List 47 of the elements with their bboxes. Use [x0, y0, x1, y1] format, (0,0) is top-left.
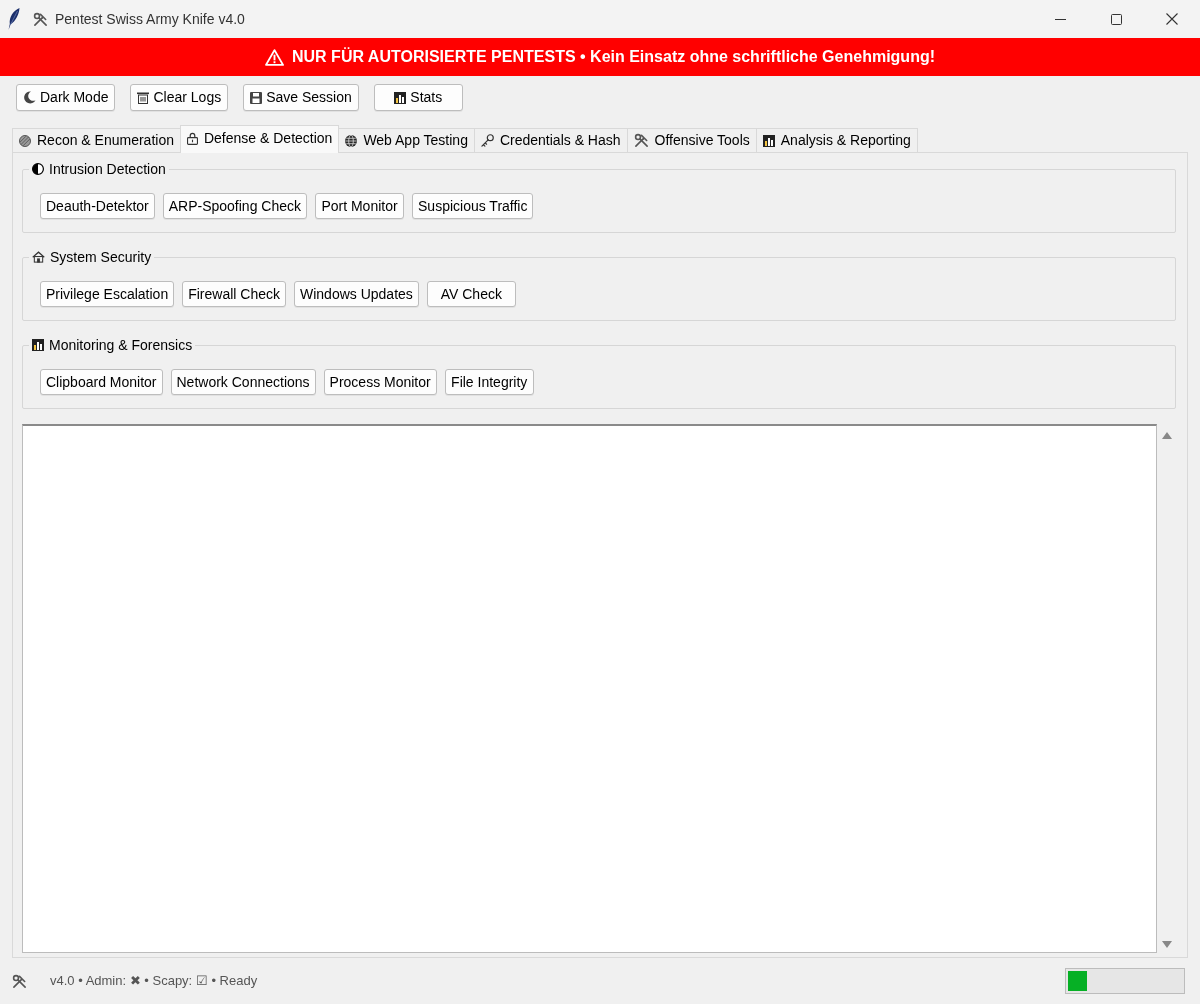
scroll-down-icon[interactable] [1161, 941, 1172, 948]
action-button[interactable]: Windows Updates [294, 281, 419, 307]
action-button[interactable]: Deauth-Detektor [40, 193, 155, 219]
action-button[interactable]: Port Monitor [315, 193, 404, 219]
tab[interactable]: Recon & Enumeration [12, 128, 181, 152]
tools-icon [33, 11, 48, 27]
section-title: System Security [50, 248, 152, 266]
feather-icon [8, 8, 20, 30]
stats-button[interactable]: Stats [373, 84, 463, 111]
action-button[interactable]: Clipboard Monitor [40, 369, 163, 395]
key-icon [480, 134, 494, 147]
house-icon [32, 251, 45, 263]
action-button[interactable]: AV Check [426, 281, 516, 307]
bar-chart-icon [32, 339, 44, 351]
section-title: Intrusion Detection [49, 160, 166, 178]
globe-icon [345, 134, 358, 147]
moon-icon [23, 91, 36, 104]
window-title: Pentest Swiss Army Knife v4.0 [55, 9, 245, 29]
action-button[interactable]: Privilege Escalation [40, 281, 175, 307]
action-button[interactable]: Firewall Check [182, 281, 286, 307]
hatched-circle-icon [19, 134, 31, 147]
floppy-icon [250, 91, 263, 104]
status-text: v4.0 • Admin: ✖ • Scapy: ☑ • Ready [50, 972, 258, 991]
close-icon [1166, 13, 1178, 25]
tools-icon [12, 973, 27, 989]
lock-icon [186, 131, 198, 145]
bar-chart-icon [394, 91, 407, 104]
maximize-icon [1110, 13, 1122, 25]
half-circle-icon [32, 163, 44, 175]
trash-icon [137, 91, 150, 104]
action-button[interactable]: Network Connections [170, 369, 316, 395]
action-button[interactable]: Process Monitor [323, 369, 437, 395]
bar-chart-icon [762, 134, 775, 147]
warning-text: NUR FÜR AUTORISIERTE PENTESTS • Kein Einsatz ohne schriftliche Genehmigung! [292, 46, 935, 67]
tab[interactable]: Defense & Detection [179, 125, 340, 153]
warning-icon [265, 48, 284, 66]
tools-icon [633, 133, 649, 148]
section-title: Monitoring & Forensics [49, 336, 193, 354]
tab[interactable]: Analysis & Reporting [755, 128, 918, 152]
action-button[interactable]: Suspicious Traffic [412, 193, 534, 219]
dark-mode-button[interactable]: Dark Mode [16, 84, 116, 111]
action-button[interactable]: File Integrity [444, 369, 534, 395]
scroll-up-icon[interactable] [1161, 432, 1172, 439]
clear-logs-button[interactable]: Clear Logs [130, 84, 229, 111]
minimize-icon [1054, 18, 1066, 20]
action-button[interactable]: ARP-Spoofing Check [162, 193, 307, 219]
save-session-button[interactable]: Save Session [243, 84, 359, 111]
